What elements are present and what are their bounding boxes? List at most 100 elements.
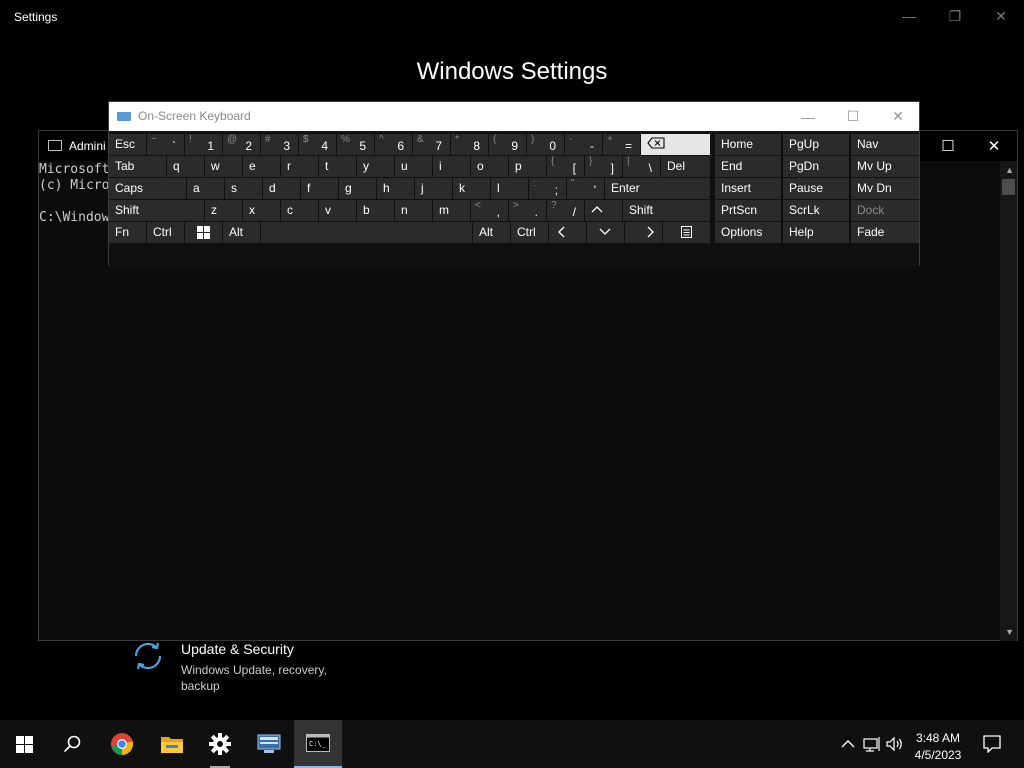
osk-key-menu-key[interactable]: [663, 222, 710, 243]
osk-key-end[interactable]: End: [715, 156, 781, 177]
osk-key-tab[interactable]: Tab: [109, 156, 166, 177]
osk-key-t[interactable]: t: [319, 156, 356, 177]
cmd-scroll-thumb[interactable]: [1002, 179, 1015, 195]
osk-key-2[interactable]: @2: [223, 134, 260, 155]
osk-title-bar[interactable]: On-Screen Keyboard — ☐ ✕: [109, 102, 919, 131]
update-security-tile[interactable]: Update & Security Windows Update, recove…: [128, 636, 388, 700]
osk-key-r[interactable]: r: [281, 156, 318, 177]
osk-key-home[interactable]: Home: [715, 134, 781, 155]
osk-key-[interactable]: + =: [603, 134, 640, 155]
osk-key-insert[interactable]: Insert: [715, 178, 781, 199]
osk-key-mv-dn[interactable]: Mv Dn: [851, 178, 919, 199]
osk-key-[interactable]: ? /: [547, 200, 584, 221]
osk-key-pause[interactable]: Pause: [783, 178, 849, 199]
osk-key-z[interactable]: z: [205, 200, 242, 221]
osk-key-x[interactable]: x: [243, 200, 280, 221]
osk-key-m[interactable]: m: [433, 200, 470, 221]
osk-key-w[interactable]: w: [205, 156, 242, 177]
osk-key-arrow-up[interactable]: [585, 200, 622, 221]
osk-key-options[interactable]: Options: [715, 222, 781, 243]
action-center-button[interactable]: [968, 720, 1016, 768]
osk-key-l[interactable]: l: [491, 178, 528, 199]
osk-key-[interactable]: {[: [547, 156, 584, 177]
osk-key-mv-up[interactable]: Mv Up: [851, 156, 919, 177]
osk-key-[interactable]: }]: [585, 156, 622, 177]
osk-key-q[interactable]: q: [167, 156, 204, 177]
osk-key-1[interactable]: ! 1: [185, 134, 222, 155]
osk-key-arrow-right[interactable]: [625, 222, 662, 243]
osk-key-backspace[interactable]: [641, 134, 710, 155]
osk-key-4[interactable]: $4: [299, 134, 336, 155]
osk-key-enter[interactable]: Enter: [605, 178, 710, 199]
osk-key-5[interactable]: % 5: [337, 134, 374, 155]
command-prompt-taskbar-button[interactable]: C:\_: [294, 720, 342, 768]
osk-key-fade[interactable]: Fade: [851, 222, 919, 243]
osk-key-6[interactable]: ^ 6: [375, 134, 412, 155]
osk-key-pgup[interactable]: PgUp: [783, 134, 849, 155]
osk-key-g[interactable]: g: [339, 178, 376, 199]
osk-key-j[interactable]: j: [415, 178, 452, 199]
file-explorer-button[interactable]: [148, 720, 196, 768]
osk-maximize-button[interactable]: ☐: [830, 102, 876, 131]
osk-key-k[interactable]: k: [453, 178, 490, 199]
cmd-scrollbar[interactable]: ▲ ▼: [1000, 161, 1017, 641]
network-app-button[interactable]: [245, 720, 293, 768]
osk-key-0[interactable]: ) 0: [527, 134, 564, 155]
settings-taskbar-button[interactable]: [196, 720, 244, 768]
osk-key-9[interactable]: (9: [489, 134, 526, 155]
settings-minimize-button[interactable]: —: [886, 0, 932, 32]
osk-key-fn[interactable]: Fn: [109, 222, 146, 243]
osk-key-caps[interactable]: Caps: [109, 178, 186, 199]
cmd-close-button[interactable]: ✕: [971, 131, 1017, 161]
osk-key-d[interactable]: d: [263, 178, 300, 199]
osk-key-v[interactable]: v: [319, 200, 356, 221]
osk-key-b[interactable]: b: [357, 200, 394, 221]
osk-key-shift[interactable]: Shift: [109, 200, 204, 221]
osk-key-[interactable]: " ': [567, 178, 604, 199]
osk-key-o[interactable]: o: [471, 156, 508, 177]
osk-key-[interactable]: <,: [471, 200, 508, 221]
osk-key-esc[interactable]: Esc: [109, 134, 146, 155]
taskbar-clock[interactable]: 3:48 AM 4/5/2023: [908, 730, 968, 764]
osk-key-7[interactable]: & 7: [413, 134, 450, 155]
osk-key-u[interactable]: u: [395, 156, 432, 177]
chrome-button[interactable]: [98, 720, 146, 768]
chevron-up-icon[interactable]: [838, 734, 858, 754]
osk-key-[interactable]: | \: [623, 156, 660, 177]
osk-key-alt[interactable]: Alt: [223, 222, 260, 243]
volume-icon[interactable]: [884, 734, 904, 754]
osk-key-alt[interactable]: Alt: [473, 222, 510, 243]
osk-key-[interactable]: >.: [509, 200, 546, 221]
osk-key-y[interactable]: y: [357, 156, 394, 177]
osk-key-del[interactable]: Del: [661, 156, 710, 177]
osk-key-i[interactable]: i: [433, 156, 470, 177]
osk-key-space[interactable]: [261, 222, 472, 243]
osk-key-prtscn[interactable]: PrtScn: [715, 200, 781, 221]
settings-close-button[interactable]: ✕: [978, 0, 1024, 32]
scroll-up-arrow-icon[interactable]: ▲: [1005, 165, 1014, 175]
osk-key-shift[interactable]: Shift: [623, 200, 710, 221]
osk-key-ctrl[interactable]: Ctrl: [511, 222, 548, 243]
osk-key-f[interactable]: f: [301, 178, 338, 199]
osk-key-pgdn[interactable]: PgDn: [783, 156, 849, 177]
osk-key-arrow-down[interactable]: [587, 222, 624, 243]
osk-key-arrow-left[interactable]: [549, 222, 586, 243]
osk-key-help[interactable]: Help: [783, 222, 849, 243]
scroll-down-arrow-icon[interactable]: ▼: [1005, 627, 1014, 637]
osk-key-3[interactable]: #3: [261, 134, 298, 155]
osk-key-s[interactable]: s: [225, 178, 262, 199]
osk-key-nav[interactable]: Nav: [851, 134, 919, 155]
settings-restore-button[interactable]: ❐: [932, 0, 978, 32]
cmd-console-output[interactable]: Microsoft (c) Micro C:\Windows: [39, 162, 117, 226]
start-button[interactable]: [0, 720, 48, 768]
osk-key-dock[interactable]: Dock: [851, 200, 919, 221]
osk-key-e[interactable]: e: [243, 156, 280, 177]
network-icon[interactable]: [862, 734, 882, 754]
osk-key-scrlk[interactable]: ScrLk: [783, 200, 849, 221]
search-button[interactable]: [48, 720, 96, 768]
osk-key-h[interactable]: h: [377, 178, 414, 199]
osk-key-windows-logo[interactable]: [185, 222, 222, 243]
osk-key-n[interactable]: n: [395, 200, 432, 221]
cmd-maximize-button[interactable]: ☐: [925, 131, 971, 161]
osk-key-ctrl[interactable]: Ctrl: [147, 222, 184, 243]
